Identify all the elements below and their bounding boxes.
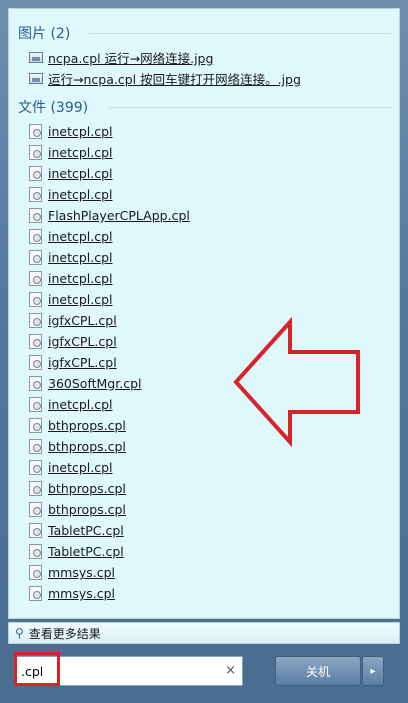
annotation-arrow-icon: [233, 316, 360, 448]
